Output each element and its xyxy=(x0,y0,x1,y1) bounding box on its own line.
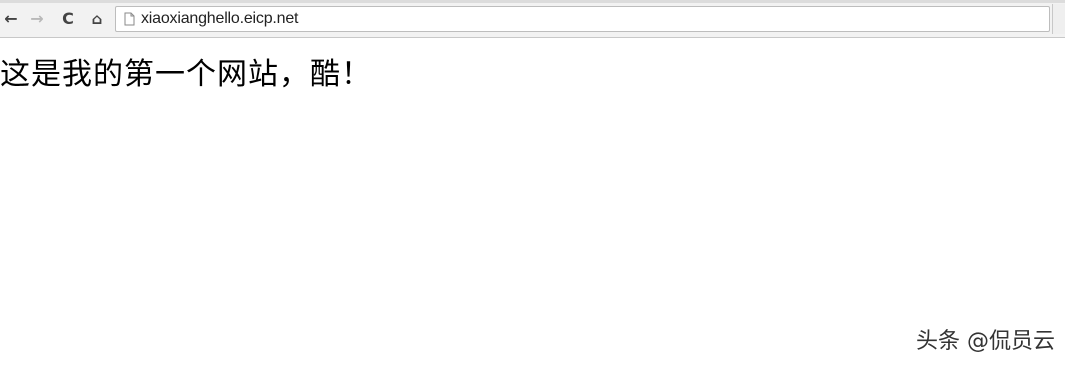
page-content: 这是我的第一个网站，酷！ 头条 @侃员云 xyxy=(0,38,1065,365)
watermark: 头条 @侃员云 xyxy=(916,329,1055,354)
arrow-left-icon: ← xyxy=(4,9,18,28)
page-heading: 这是我的第一个网站，酷！ xyxy=(0,57,372,92)
arrow-right-icon: → xyxy=(30,9,44,28)
browser-toolbar: ← → C ⌂ xiaoxianghello.eicp.net xyxy=(0,0,1065,38)
url-text[interactable]: xiaoxianghello.eicp.net xyxy=(141,10,298,28)
forward-button[interactable]: → xyxy=(26,8,48,30)
address-bar[interactable]: xiaoxianghello.eicp.net xyxy=(115,6,1050,32)
home-icon: ⌂ xyxy=(91,9,103,28)
toolbar-right-edge xyxy=(1052,4,1065,34)
page-icon xyxy=(122,11,136,27)
home-button[interactable]: ⌂ xyxy=(86,8,108,30)
reload-button[interactable]: C xyxy=(57,8,79,30)
tab-strip-edge xyxy=(0,0,1065,3)
reload-icon: C xyxy=(62,9,74,28)
back-button[interactable]: ← xyxy=(0,8,22,30)
